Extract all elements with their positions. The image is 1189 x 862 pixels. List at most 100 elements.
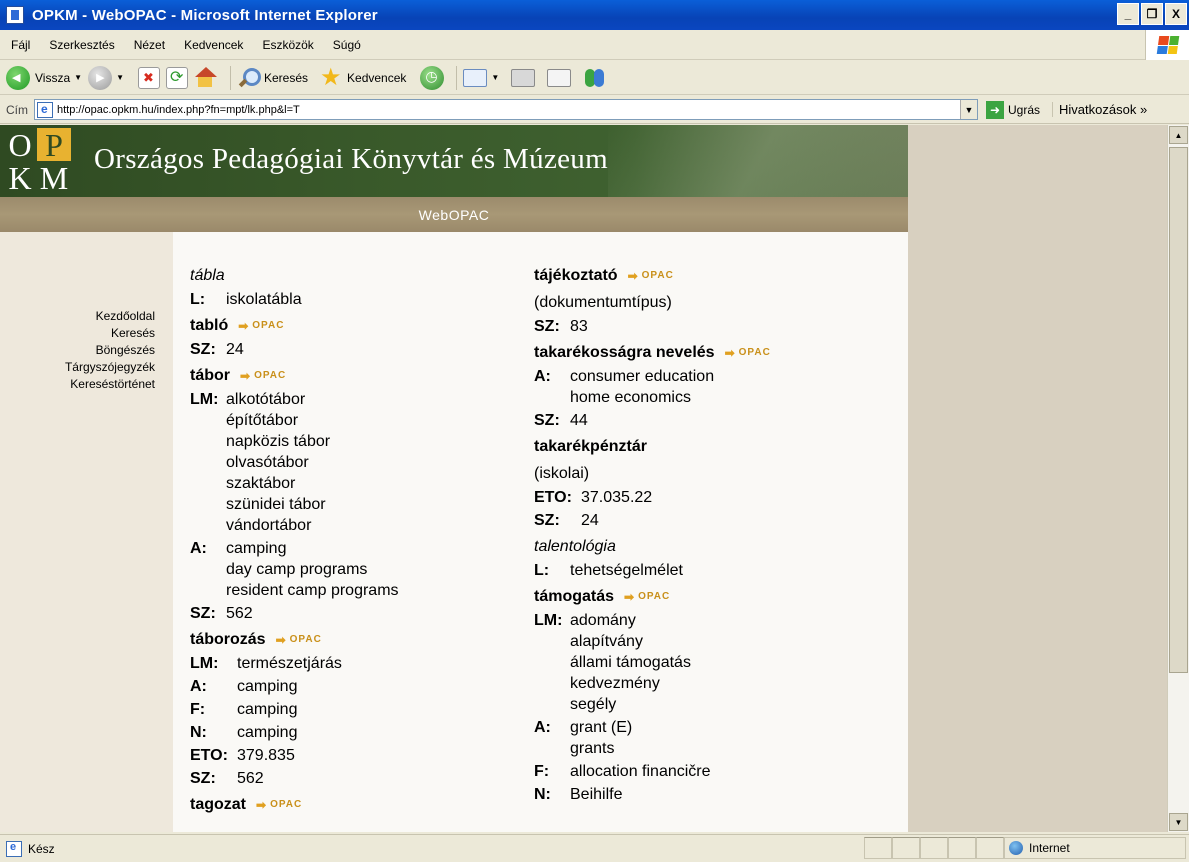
menu-help[interactable]: Súgó (333, 38, 361, 52)
relation-row: F: allocation financičre (534, 761, 894, 782)
related-term-link[interactable]: segély (570, 694, 691, 715)
related-term-link[interactable]: vándortábor (226, 515, 330, 536)
opac-link[interactable]: ➡ OPAC (240, 364, 286, 388)
address-url[interactable]: http://opac.opkm.hu/index.php?fn=mpt/lk.… (57, 104, 300, 116)
edit-button[interactable] (547, 68, 572, 87)
opac-link-label: OPAC (738, 346, 771, 358)
close-button[interactable]: X (1165, 3, 1187, 25)
related-term-link[interactable]: adomány (570, 610, 691, 631)
minimize-button[interactable]: _ (1117, 3, 1139, 25)
chevron-down-icon[interactable]: ▼ (116, 73, 124, 82)
related-term-link[interactable]: szünidei tábor (226, 494, 330, 515)
windows-logo-icon (1145, 30, 1189, 60)
nav-link-subject-index[interactable]: Tárgyszójegyzék (65, 359, 155, 376)
opac-link[interactable]: ➡ OPAC (256, 793, 302, 817)
relation-label: SZ: (534, 318, 560, 335)
nav-link-browse[interactable]: Böngészés (65, 342, 155, 359)
maximize-button[interactable]: ❐ (1141, 3, 1163, 25)
back-button[interactable]: Vissza ▼ (0, 65, 82, 90)
address-dropdown-icon[interactable]: ▼ (960, 100, 977, 119)
nav-link-search-history[interactable]: Kereséstörténet (65, 376, 155, 393)
nav-link-search[interactable]: Keresés (65, 325, 155, 342)
search-button[interactable]: Keresés (237, 66, 308, 90)
vertical-scrollbar[interactable]: ▲ ▼ (1167, 125, 1189, 832)
forward-button[interactable]: ▼ (88, 65, 124, 90)
links-label: Hivatkozások (1059, 102, 1137, 117)
relation-value: camping (237, 724, 298, 741)
relation-value: camping (237, 678, 298, 695)
relation-row: SZ: 562 (190, 768, 520, 789)
chevron-down-icon[interactable]: ▼ (491, 73, 499, 82)
relation-row: A: grant (E) grants (534, 717, 894, 759)
stop-button[interactable] (137, 66, 160, 89)
term-heading: takarékpénztár (534, 437, 647, 455)
relation-label: N: (190, 724, 207, 741)
chevron-down-icon[interactable]: ▼ (74, 73, 82, 82)
history-button[interactable] (420, 65, 445, 90)
messenger-button[interactable] (583, 66, 607, 90)
relation-value: 44 (570, 412, 588, 429)
nav-link-home[interactable]: Kezdőoldal (65, 308, 155, 325)
scrollbar-thumb[interactable] (1169, 147, 1188, 673)
left-column: tábla L: iskolatábla tabló ➡ OPAC SZ: 24 tá… (190, 262, 520, 818)
arrow-right-icon: ➡ (256, 797, 268, 812)
arrow-right-icon: ➡ (627, 268, 639, 283)
related-term-link[interactable]: alapítvány (570, 631, 691, 652)
favorites-button[interactable]: Kedvencek (320, 66, 406, 90)
relation-value: 562 (226, 605, 253, 622)
opac-link-label: OPAC (270, 798, 303, 810)
links-toolbar-button[interactable]: Hivatkozások » (1052, 102, 1147, 117)
scroll-up-icon[interactable]: ▲ (1169, 126, 1188, 144)
term-label: támogatás (534, 587, 615, 605)
related-term-link[interactable]: állami támogatás (570, 652, 691, 673)
opac-link-label: OPAC (638, 590, 671, 602)
menu-favorites[interactable]: Kedvencek (184, 38, 243, 52)
relation-row: LM: adomány alapítvány állami támogatás … (534, 610, 894, 715)
status-pane (976, 837, 1004, 859)
star-icon (320, 66, 344, 90)
relation-row: L: iskolatábla (190, 289, 520, 310)
address-bar: Cím http://opac.opkm.hu/index.php?fn=mpt… (0, 96, 1189, 124)
relation-label: N: (534, 786, 551, 803)
related-term-link[interactable]: tehetségelmélet (570, 560, 683, 581)
related-term-link[interactable]: napközis tábor (226, 431, 330, 452)
menu-edit[interactable]: Szerkesztés (49, 38, 114, 52)
go-button[interactable]: ➜ Ugrás (986, 100, 1040, 119)
address-input[interactable]: http://opac.opkm.hu/index.php?fn=mpt/lk.… (34, 99, 978, 120)
print-button[interactable] (511, 68, 536, 87)
relation-value: Beihilfe (570, 786, 623, 803)
related-term-link[interactable]: építőtábor (226, 410, 330, 431)
opac-link[interactable]: ➡ OPAC (238, 314, 284, 338)
relation-row: A: camping (190, 676, 520, 697)
related-term-link[interactable]: olvasótábor (226, 452, 330, 473)
related-term-link[interactable]: alkotótábor (226, 389, 330, 410)
opkm-logo[interactable]: O P K M (3, 128, 71, 194)
relation-label: SZ: (190, 341, 216, 358)
menu-view[interactable]: Nézet (134, 38, 165, 52)
scroll-down-icon[interactable]: ▼ (1169, 813, 1188, 831)
related-term-link[interactable]: kedvezmény (570, 673, 691, 694)
related-term-link[interactable]: természetjárás (237, 653, 342, 674)
window-title: OPKM - WebOPAC - Microsoft Internet Expl… (32, 6, 378, 24)
term-heading: takarékosságra nevelés ➡ OPAC (534, 339, 894, 366)
relation-row: SZ: 44 (534, 410, 894, 431)
relation-value: grant (E) (570, 719, 633, 736)
home-button[interactable] (194, 66, 218, 90)
subject-list-content: tábla L: iskolatábla tabló ➡ OPAC SZ: 24 tá… (173, 232, 908, 832)
related-term-link[interactable]: szaktábor (226, 473, 330, 494)
opac-link[interactable]: ➡ OPAC (628, 264, 674, 288)
menu-tools[interactable]: Eszközök (262, 38, 313, 52)
menu-file[interactable]: Fájl (11, 38, 30, 52)
refresh-button[interactable] (165, 66, 188, 89)
relation-label: A: (534, 368, 551, 385)
opac-link[interactable]: ➡ OPAC (725, 341, 771, 365)
relation-value: 24 (581, 512, 599, 529)
relation-row: LM: természetjárás (190, 653, 520, 674)
webopac-header: WebOPAC (0, 197, 908, 232)
relation-label: F: (534, 763, 550, 780)
term-heading: tabló ➡ OPAC (190, 312, 520, 339)
stop-icon (137, 66, 160, 89)
opac-link[interactable]: ➡ OPAC (624, 585, 670, 609)
mail-button[interactable]: ▼ (463, 68, 499, 87)
opac-link[interactable]: ➡ OPAC (276, 628, 322, 652)
